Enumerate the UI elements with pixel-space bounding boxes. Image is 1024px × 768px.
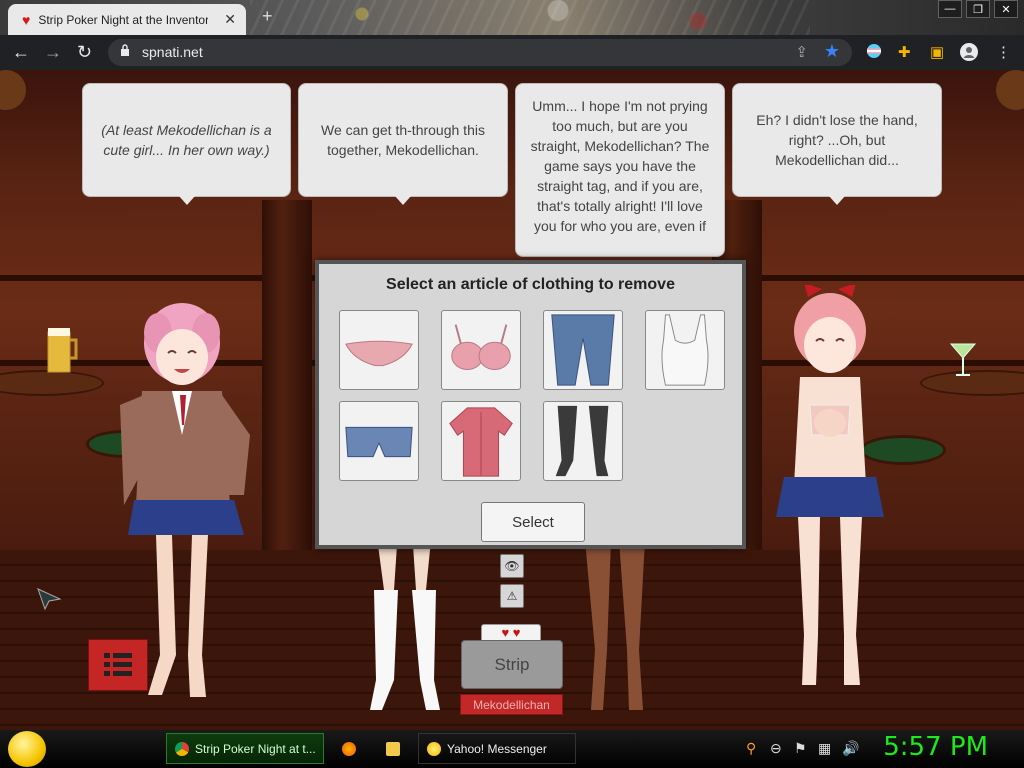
taskbar-clock: 5:57 PM bbox=[883, 732, 988, 762]
network-tray-icon[interactable]: ▦ bbox=[818, 740, 831, 757]
strip-button[interactable]: Strip bbox=[461, 640, 563, 689]
taskbar: Strip Poker Night at t... Yahoo! Messeng… bbox=[0, 730, 1024, 768]
yahoo-messenger-icon bbox=[427, 741, 441, 756]
bubble-text: (At least Mekodellichan is a cute girl..… bbox=[101, 122, 272, 158]
taskbar-item-label: Strip Poker Night at t... bbox=[195, 741, 316, 756]
heart-favicon-icon: ♥ bbox=[22, 11, 31, 28]
bookmark-star-icon[interactable]: ★ bbox=[824, 41, 840, 62]
clothing-item-tank-top[interactable] bbox=[645, 310, 725, 390]
search-tray-icon[interactable]: ⚲ bbox=[746, 740, 756, 757]
tab-close-icon[interactable]: ✕ bbox=[224, 11, 236, 28]
browser-tab[interactable]: ♥ Strip Poker Night at the Inventory ✕ bbox=[8, 4, 246, 35]
speech-bubble-1: (At least Mekodellichan is a cute girl..… bbox=[82, 83, 291, 205]
game-area: (At least Mekodellichan is a cute girl..… bbox=[0, 70, 1024, 730]
select-button[interactable]: Select bbox=[481, 502, 585, 542]
volume-tray-icon[interactable]: 🔊 bbox=[842, 740, 859, 757]
minimize-button[interactable]: — bbox=[938, 0, 962, 18]
jeans-icon bbox=[551, 314, 615, 386]
theme-decoration bbox=[250, 0, 810, 35]
browser-tab-strip: ♥ Strip Poker Night at the Inventory ✕ +… bbox=[0, 0, 1024, 35]
hide-eye-icon[interactable]: 👁 bbox=[500, 554, 524, 578]
browser-toolbar: ← → ↻ spnati.net ⇪ ★ ✚ ▣ ⋮ bbox=[0, 35, 1024, 70]
lock-icon bbox=[121, 44, 129, 56]
shirt-icon bbox=[449, 407, 513, 477]
clothing-item-shorts[interactable] bbox=[339, 401, 419, 481]
lamp-decoration bbox=[0, 70, 26, 110]
taskbar-item-messenger[interactable]: Yahoo! Messenger bbox=[418, 733, 576, 764]
lamp-decoration bbox=[996, 70, 1024, 110]
restore-button[interactable]: ❐ bbox=[966, 0, 990, 18]
clothing-item-panties[interactable] bbox=[339, 310, 419, 390]
back-arrow-icon[interactable]: ← bbox=[12, 42, 30, 63]
profile-flag-icon[interactable] bbox=[866, 43, 882, 63]
folder-icon bbox=[386, 741, 400, 756]
speech-bubble-3: Umm... I hope I'm not prying too much, b… bbox=[515, 83, 725, 257]
opponent-character-center-right bbox=[585, 540, 645, 710]
flag-tray-icon[interactable]: ⚑ bbox=[794, 740, 807, 757]
address-bar[interactable]: spnati.net ⇪ ★ bbox=[108, 39, 852, 66]
player-name-label: Mekodellichan bbox=[460, 694, 563, 715]
forward-arrow-icon[interactable]: → bbox=[44, 42, 62, 63]
extensions-puzzle-icon[interactable]: ✚ bbox=[898, 43, 911, 61]
tank-top-icon bbox=[661, 314, 709, 386]
taskbar-item-browser[interactable]: Strip Poker Night at t... bbox=[166, 733, 324, 764]
start-button-smiley-icon[interactable] bbox=[8, 731, 46, 767]
bubble-text: Umm... I hope I'm not prying too much, b… bbox=[530, 98, 710, 234]
speech-bubble-4: Eh? I didn't lose the hand, right? ...Oh… bbox=[732, 83, 942, 205]
bubble-text: We can get th-through this together, Mek… bbox=[321, 122, 485, 158]
tab-title: Strip Poker Night at the Inventory bbox=[38, 12, 209, 27]
cocktail-glass-icon bbox=[950, 343, 976, 376]
share-icon[interactable]: ⇪ bbox=[795, 43, 808, 61]
list-menu-icon bbox=[104, 653, 132, 676]
window-controls: — ❐ ✕ bbox=[938, 0, 1018, 18]
bra-icon bbox=[451, 324, 511, 370]
firefox-icon bbox=[342, 741, 356, 756]
close-window-button[interactable]: ✕ bbox=[994, 0, 1018, 18]
clothing-item-jeans[interactable] bbox=[543, 310, 623, 390]
minus-tray-icon[interactable]: ⊖ bbox=[770, 740, 782, 757]
reload-icon[interactable]: ↻ bbox=[77, 42, 92, 63]
clothing-item-shirt[interactable] bbox=[441, 401, 521, 481]
browser-menu-icon[interactable]: ⋮ bbox=[996, 43, 1011, 61]
opponent-character-right bbox=[776, 285, 884, 685]
account-avatar-icon[interactable] bbox=[960, 43, 978, 65]
clothing-item-stockings[interactable] bbox=[543, 401, 623, 481]
stockings-icon bbox=[555, 405, 609, 477]
shorts-icon bbox=[345, 426, 413, 458]
clothing-item-bra[interactable] bbox=[441, 310, 521, 390]
beer-mug-icon bbox=[47, 328, 78, 373]
taskbar-item-firefox[interactable] bbox=[334, 733, 368, 764]
clothing-select-dialog: Select an article of clothing to remove … bbox=[315, 260, 746, 549]
dialog-title: Select an article of clothing to remove bbox=[386, 276, 675, 293]
bubble-text: Eh? I didn't lose the hand, right? ...Oh… bbox=[756, 112, 918, 168]
speech-bubble-2: We can get th-through this together, Mek… bbox=[298, 83, 508, 205]
opponent-character-center-left bbox=[370, 530, 440, 710]
menu-button[interactable] bbox=[88, 639, 148, 691]
warning-icon[interactable]: ⚠ bbox=[500, 584, 524, 608]
chrome-icon bbox=[175, 741, 189, 756]
new-tab-button[interactable]: + bbox=[262, 6, 273, 27]
taskbar-item-folder[interactable] bbox=[378, 733, 412, 764]
side-panel-icon[interactable]: ▣ bbox=[930, 43, 944, 61]
taskbar-item-label: Yahoo! Messenger bbox=[447, 741, 547, 756]
panties-icon bbox=[345, 340, 413, 367]
mouse-cursor-icon bbox=[37, 588, 62, 611]
url-text: spnati.net bbox=[142, 44, 203, 60]
